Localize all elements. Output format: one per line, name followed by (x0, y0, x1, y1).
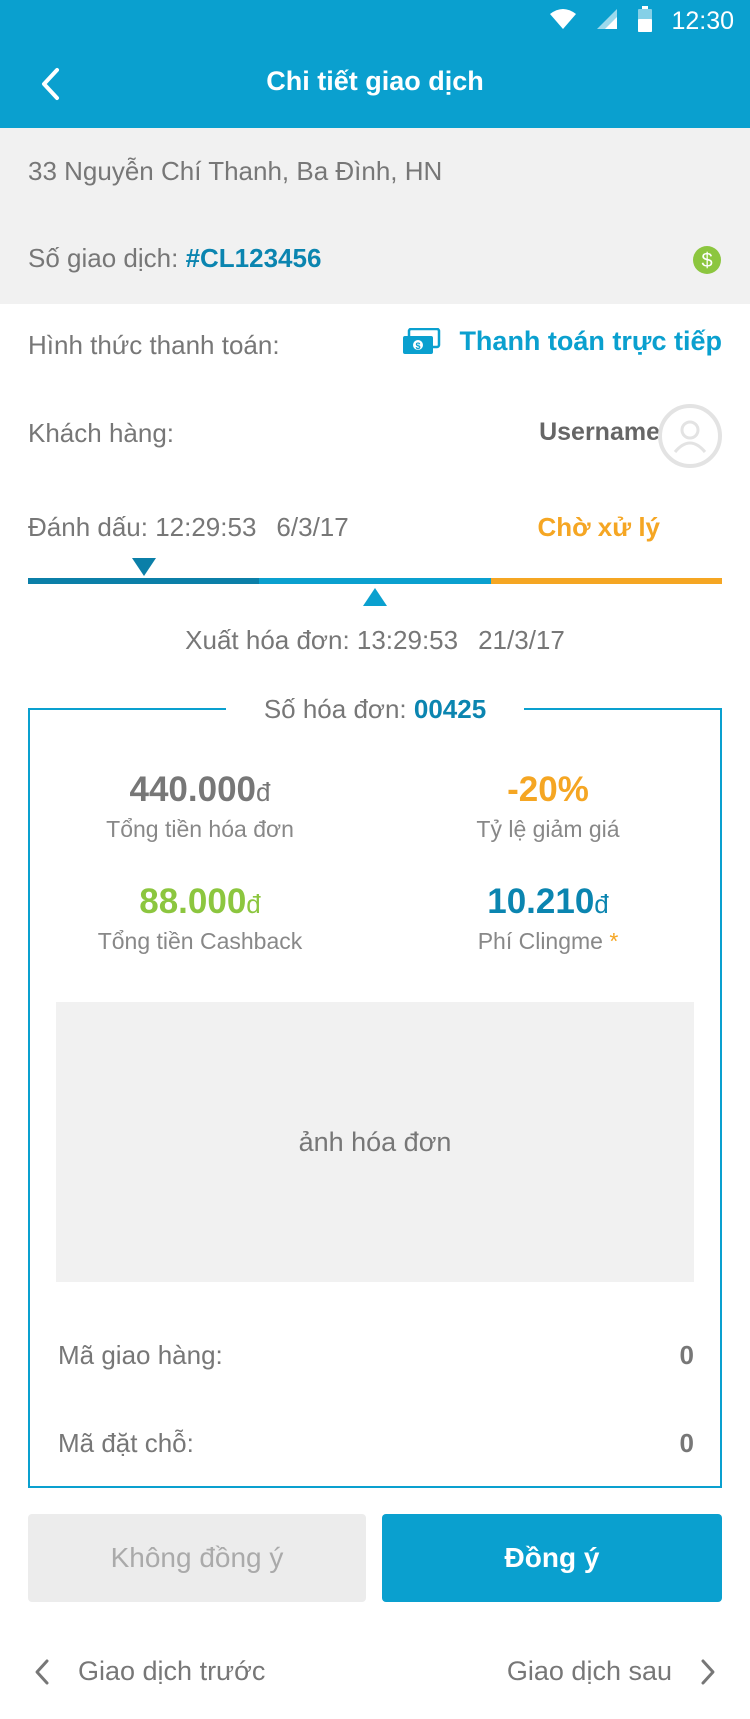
status-icons: 12:30 (549, 4, 734, 38)
svg-text:$: $ (701, 250, 712, 272)
discount-rate-value: -20% (507, 770, 589, 809)
next-transaction-label: Giao dịch sau (506, 1656, 672, 1686)
invoice-number-header: Số hóa đơn: 00425 (0, 694, 750, 725)
svg-text:$: $ (416, 341, 421, 351)
invoice-date: 21/3/17 (478, 625, 565, 655)
mark-date: 6/3/17 (276, 512, 349, 542)
transaction-summary: 33 Nguyễn Chí Thanh, Ba Đình, HN Số giao… (0, 128, 750, 304)
timeline-segment-marked (28, 578, 260, 584)
accept-button[interactable]: Đồng ý (382, 1514, 722, 1602)
mark-marker (132, 558, 156, 576)
invoice-photo[interactable]: ảnh hóa đơn (56, 1002, 694, 1282)
status-badge: Chờ xử lý (537, 512, 660, 542)
store-address: 33 Nguyễn Chí Thanh, Ba Đình, HN (28, 156, 443, 186)
previous-transaction-link[interactable]: Giao dịch trước (34, 1656, 265, 1687)
previous-transaction-label: Giao dịch trước (78, 1656, 266, 1686)
app-bar: Chi tiết giao dịch (0, 40, 750, 128)
discount-rate: -20% Tỷ lệ giảm giá (378, 770, 718, 843)
payment-method-text: Thanh toán trực tiếp (459, 326, 722, 356)
page-title: Chi tiết giao dịch (266, 66, 484, 96)
invoice-time-row: Xuất hóa đơn: 13:29:53 21/3/17 (0, 625, 750, 656)
timeline-segment-pending (490, 578, 722, 584)
battery-icon (637, 5, 653, 37)
cash-icon: $ (403, 327, 441, 354)
booking-code-value: 0 (679, 1428, 694, 1458)
status-time: 12:30 (671, 6, 734, 35)
signal-icon (595, 7, 619, 36)
transaction-id-label: Số giao dịch: (28, 243, 179, 273)
customer-name: Username (539, 418, 660, 446)
invoice-marker (363, 588, 387, 606)
mark-time: Đánh dấu: 12:29:53 (28, 512, 257, 542)
currency-unit: đ (246, 889, 261, 919)
transaction-id: #CL123456 (185, 243, 322, 273)
mark-time-row: Đánh dấu: 12:29:53 6/3/17 (28, 512, 349, 543)
chevron-left-icon (35, 1659, 49, 1684)
avatar[interactable] (658, 404, 722, 468)
invoice-photo-placeholder: ảnh hóa đơn (298, 1126, 452, 1157)
delivery-code-value: 0 (679, 1340, 694, 1370)
progress-timeline (28, 578, 722, 584)
wifi-icon (549, 7, 577, 36)
clingme-fee-value: 10.210 (487, 882, 595, 921)
status-bar: 12:30 (0, 0, 750, 40)
dollar-icon: $ (693, 246, 721, 274)
cashback-total: 88.000đ Tổng tiền Cashback (30, 882, 370, 955)
invoice-number-label: Số hóa đơn: (263, 694, 407, 724)
booking-code-row: Mã đặt chỗ: 0 (58, 1428, 694, 1459)
currency-unit: đ (594, 889, 609, 919)
invoice-total: 440.000đ Tổng tiền hóa đơn (30, 770, 370, 843)
transaction-id-row: Số giao dịch: #CL123456 (28, 243, 321, 274)
fee-asterisk: * (609, 928, 619, 954)
next-transaction-link[interactable]: Giao dịch sau (507, 1656, 716, 1687)
cashback-total-value: 88.000 (139, 882, 247, 921)
invoice-number: 00425 (413, 694, 487, 724)
invoice-time: Xuất hóa đơn: 13:29:53 (185, 625, 459, 655)
booking-code-label: Mã đặt chỗ: (58, 1428, 194, 1458)
clingme-fee-label: Phí Clingme (477, 928, 603, 954)
discount-rate-label: Tỷ lệ giảm giá (476, 816, 620, 842)
cashback-total-label: Tổng tiền Cashback (97, 928, 303, 954)
invoice-total-label: Tổng tiền hóa đơn (106, 816, 294, 842)
delivery-code-row: Mã giao hàng: 0 (58, 1340, 694, 1371)
currency-unit: đ (256, 777, 271, 807)
user-icon (673, 420, 707, 453)
timeline-segment-invoiced (259, 578, 491, 584)
delivery-code-label: Mã giao hàng: (58, 1340, 223, 1370)
invoice-total-value: 440.000 (129, 770, 257, 809)
reject-button[interactable]: Không đồng ý (28, 1514, 366, 1602)
chevron-right-icon (701, 1659, 715, 1684)
clingme-fee: 10.210đ Phí Clingme * (378, 882, 718, 955)
payment-method-value[interactable]: $ Thanh toán trực tiếp (401, 326, 722, 357)
